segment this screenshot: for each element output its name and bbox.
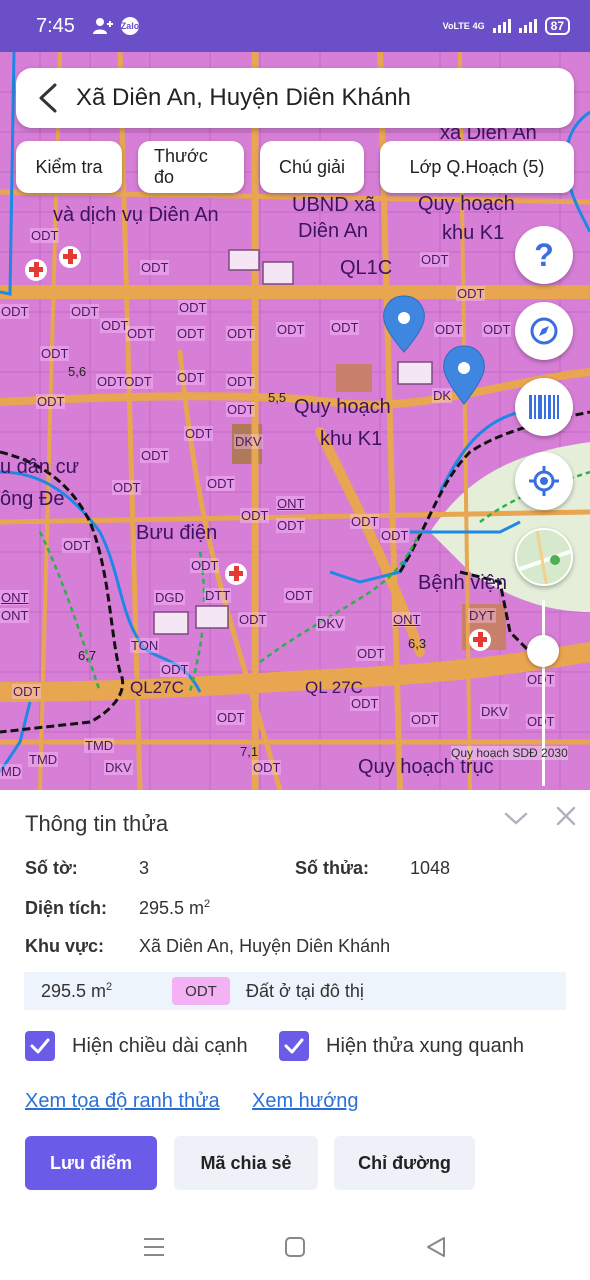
planning-layer-chip[interactable]: Lớp Q.Hoạch (5) xyxy=(380,141,574,193)
map-toolbar: Kiểm tra Thước đo Chú giải Lớp Q.Hoạch (… xyxy=(16,141,574,193)
show-edge-length-label[interactable]: Hiện chiều dài cạnh xyxy=(72,1035,248,1058)
parcel-number-label: Số thửa: xyxy=(295,858,370,878)
area-value: 295.5 m2 xyxy=(139,898,210,919)
share-code-button[interactable]: Mã chia sẻ xyxy=(174,1136,318,1190)
map-view[interactable]: và dịch vụ Diên An UBND xã Diên An xã Di… xyxy=(0,52,590,790)
volte-badge: VoLTE xyxy=(442,20,470,31)
show-neighbors-checkbox[interactable]: Hiện thửa xung quanh xyxy=(279,1031,524,1061)
help-button[interactable]: ? xyxy=(515,226,573,284)
battery-icon: 87 xyxy=(544,17,570,35)
area-unit: 2 xyxy=(204,898,211,910)
sheet-number-value: 3 xyxy=(139,858,150,878)
add-contact-icon xyxy=(92,18,113,34)
land-use-code-badge: ODT xyxy=(172,977,230,1005)
check-chip[interactable]: Kiểm tra xyxy=(16,141,122,193)
home-icon[interactable] xyxy=(280,1232,310,1262)
show-edge-length-checkbox[interactable]: Hiện chiều dài cạnh xyxy=(25,1031,248,1061)
land-use-area-unit: 2 xyxy=(106,980,113,993)
signal-icon xyxy=(492,19,511,33)
back-icon[interactable] xyxy=(421,1232,451,1262)
region-label: Khu vực: xyxy=(25,936,105,956)
land-use-description: Đất ở tại đô thị xyxy=(246,980,364,1001)
question-icon: ? xyxy=(534,236,554,273)
land-use-area-text: 295.5 m xyxy=(41,980,107,1001)
view-direction-link[interactable]: Xem hướng xyxy=(252,1090,359,1113)
collapse-chevron-icon[interactable] xyxy=(502,804,530,832)
opacity-slider-handle[interactable] xyxy=(527,635,559,667)
parcel-info-panel: Thông tin thửa Số tờ: 3 Số thửa: 1048 Di… xyxy=(0,790,590,1218)
legend-chip[interactable]: Chú giải xyxy=(260,141,364,193)
view-boundary-coords-link[interactable]: Xem tọa độ ranh thửa xyxy=(25,1090,220,1113)
measure-chip[interactable]: Thước đo xyxy=(138,141,244,193)
barcode-icon xyxy=(529,395,559,419)
zalo-icon: Zalo xyxy=(121,17,139,35)
parcel-number-value: 1048 xyxy=(410,858,451,878)
locate-icon xyxy=(529,466,559,496)
save-point-button[interactable]: Lưu điểm xyxy=(25,1136,157,1190)
panel-title: Thông tin thửa xyxy=(25,811,169,836)
menu-icon[interactable] xyxy=(139,1232,169,1262)
network-type: 4G xyxy=(472,21,485,31)
my-location-button[interactable] xyxy=(515,452,573,510)
area-label: Diện tích: xyxy=(25,898,108,918)
search-bar[interactable]: Xã Diên An, Huyện Diên Khánh xyxy=(16,68,574,128)
barcode-button[interactable] xyxy=(515,378,573,436)
compass-button[interactable] xyxy=(515,302,573,360)
land-use-row: 295.5 m2 ODT Đất ở tại đô thị xyxy=(24,972,566,1010)
close-icon[interactable] xyxy=(552,802,580,830)
sheet-number-label: Số tờ: xyxy=(25,858,78,878)
directions-button[interactable]: Chỉ đường xyxy=(334,1136,475,1190)
system-nav-bar xyxy=(0,1218,590,1280)
signal-icon-2 xyxy=(518,19,537,33)
status-time: 7:45 xyxy=(36,14,75,37)
map-type-thumbnail[interactable] xyxy=(515,528,573,586)
status-bar: 7:45 Zalo VoLTE 4G 87 xyxy=(0,0,590,52)
area-value-text: 295.5 m xyxy=(139,898,205,918)
back-arrow-icon[interactable] xyxy=(32,82,64,114)
checkbox-checked-icon[interactable] xyxy=(279,1031,309,1061)
show-neighbors-label[interactable]: Hiện thửa xung quanh xyxy=(326,1035,524,1058)
land-use-area: 295.5 m2 xyxy=(41,981,172,1002)
checkbox-checked-icon[interactable] xyxy=(25,1031,55,1061)
region-value: Xã Diên An, Huyện Diên Khánh xyxy=(139,936,391,956)
compass-icon xyxy=(530,317,558,345)
map-watermark: Quy hoạch SDĐ 2030 xyxy=(451,746,568,760)
location-title[interactable]: Xã Diên An, Huyện Diên Khánh xyxy=(76,84,411,112)
